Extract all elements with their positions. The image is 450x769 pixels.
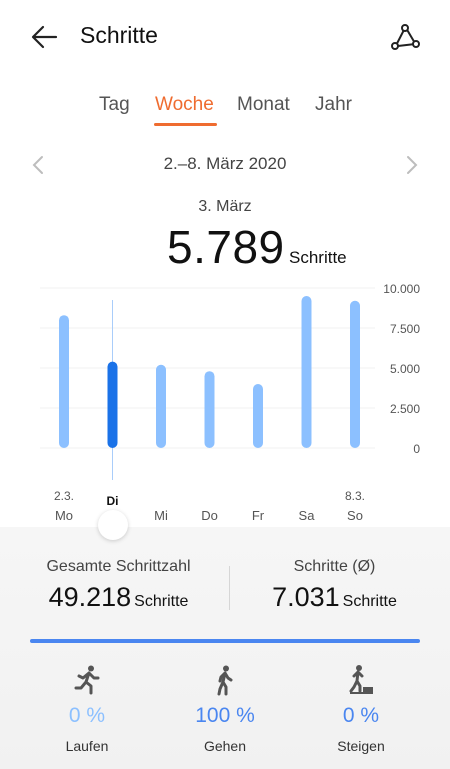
steigen-label: Steigen [337,738,385,754]
x-date-label: 2.3. [54,489,74,503]
x-date-label: 8.3. [345,489,365,503]
chart-bar[interactable] [59,315,69,448]
tab-jahr[interactable]: Jahr [315,94,352,116]
y-tick-label: 2.500 [390,402,420,416]
date-navigation: 2.–8. März 2020 [0,150,450,180]
active-tab-indicator [154,123,217,126]
selected-date: 3. März [198,198,252,215]
tab-tag[interactable]: Tag [99,94,130,116]
climbing-icon [349,665,373,694]
top-bar: Schritte [0,0,450,72]
total-steps-label: Gesamte Schrittzahl [46,558,191,575]
next-week-button[interactable] [400,154,422,176]
total-steps-unit: Schritte [134,593,189,610]
weekly-steps-chart[interactable]: 10.000 7.500 5.000 2.500 0 2.3. Mo Di Mi Do Fr Sa 8.… [0,280,450,530]
average-steps-value: 7.031 [272,582,340,612]
x-tick-label: Fr [252,508,265,523]
route-icon [391,24,420,50]
laufen-label: Laufen [65,738,109,754]
arrow-left-icon [31,25,58,49]
chart-bar[interactable] [350,300,360,448]
x-tick-label: Di [107,494,119,508]
back-button[interactable] [28,20,62,54]
chart-bar[interactable] [301,296,312,448]
total-steps-stat: Gesamte Schrittzahl 49.218 Schritte [6,558,231,613]
x-tick-label: So [347,508,363,523]
activity-steigen: 0 % Steigen [286,664,436,754]
x-tick-label: Do [201,508,218,523]
page-title: Schritte [80,22,158,48]
average-steps-stat: Schritte (Ø) 7.031 Schritte [222,558,447,613]
average-steps-label: Schritte (Ø) [293,558,376,575]
selected-steps-value: 5.789 [167,221,285,273]
running-icon [74,665,100,695]
walking-icon [217,665,233,696]
x-tick-label: Mo [55,508,73,523]
laufen-percentage: 0 % [68,704,106,727]
chart-svg: 10.000 7.500 5.000 2.500 0 2.3. Mo Di Mi Do Fr Sa 8.… [40,282,420,523]
selected-steps-unit: Schritte [289,248,347,267]
y-tick-label: 0 [413,442,420,456]
tab-woche[interactable]: Woche [155,94,214,116]
chevron-right-icon [407,156,418,174]
chart-bar[interactable] [156,364,166,448]
y-tick-label: 5.000 [390,362,420,376]
x-tick-label: Mi [154,508,168,523]
drag-handle[interactable] [98,510,128,540]
x-tick-label: Sa [299,508,316,523]
steigen-percentage: 0 % [342,704,380,727]
tab-monat[interactable]: Monat [237,94,290,116]
date-range: 2.–8. März 2020 [163,154,287,173]
period-tabs: Tag Woche Monat Jahr [0,94,450,128]
activity-gehen: 100 % Gehen [150,664,300,754]
y-tick-label: 7.500 [390,322,420,336]
gehen-label: Gehen [203,738,247,754]
chart-bar[interactable] [253,384,263,448]
average-steps-unit: Schritte [342,593,397,610]
route-button[interactable] [388,20,422,54]
chart-bar[interactable] [204,371,215,448]
chart-bar[interactable] [107,361,118,448]
gehen-percentage: 100 % [195,704,255,727]
activity-laufen: 0 % Laufen [12,664,162,754]
total-steps-value: 49.218 [48,582,132,612]
y-tick-label: 10.000 [383,282,420,296]
activity-progress-bar [30,639,420,643]
